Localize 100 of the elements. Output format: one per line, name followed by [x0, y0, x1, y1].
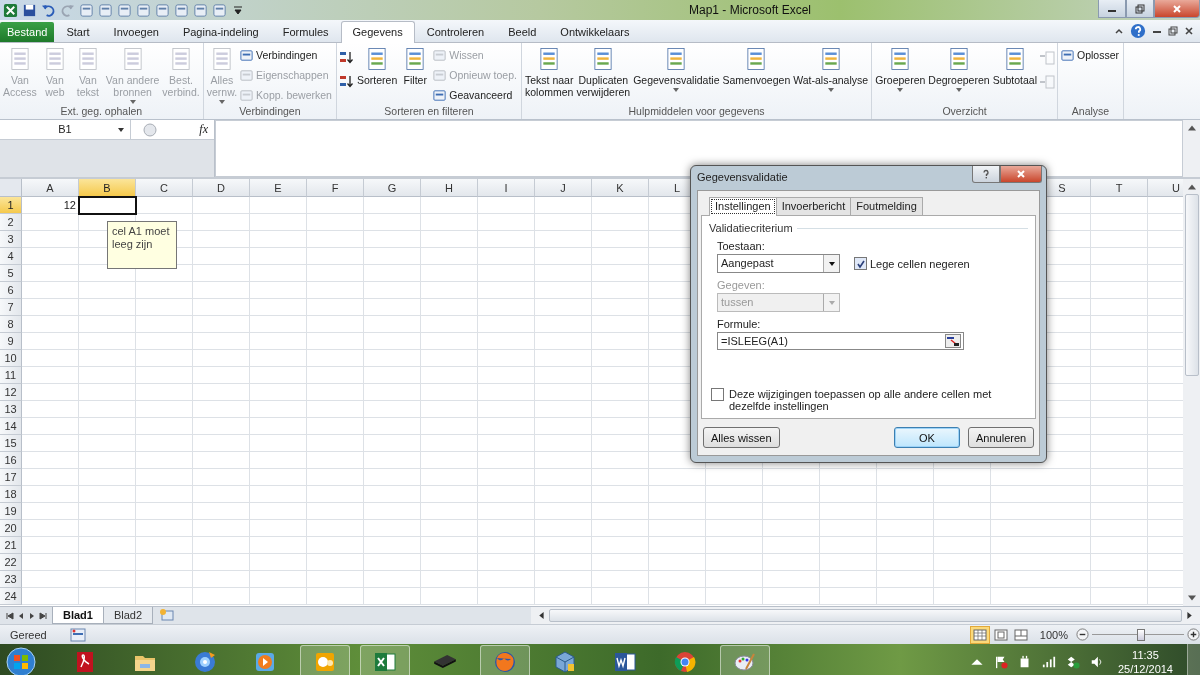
clear-all-button[interactable]: Alles wissen — [703, 427, 780, 448]
zoom-in-icon[interactable] — [1187, 628, 1200, 641]
ribbon-button[interactable]: Degroeperen — [927, 46, 991, 92]
ribbon-tab[interactable]: Invoegen — [101, 21, 171, 42]
toolbar-icon[interactable] — [193, 2, 208, 18]
sheet-tab[interactable]: Blad1 — [52, 607, 104, 624]
ribbon-tab[interactable]: Pagina-indeling — [170, 21, 271, 42]
row-header[interactable]: 23 — [0, 571, 22, 588]
column-header[interactable]: G — [364, 179, 421, 197]
name-box[interactable]: B1 — [0, 120, 131, 139]
sort-ascending-icon[interactable] — [338, 50, 355, 66]
clock-date[interactable]: 25/12/2014 — [1117, 661, 1173, 675]
scroll-down-icon[interactable] — [1187, 595, 1196, 602]
row-header[interactable]: 4 — [0, 248, 22, 265]
column-header[interactable]: B — [79, 179, 136, 197]
row-header[interactable]: 3 — [0, 231, 22, 248]
help-icon[interactable] — [1130, 23, 1146, 39]
row-header[interactable]: 13 — [0, 401, 22, 418]
column-header[interactable]: U — [1148, 179, 1183, 197]
zoom-level[interactable]: 100% — [1039, 628, 1068, 641]
ribbon-button[interactable]: Gegevensvalidatie — [632, 46, 721, 92]
column-header[interactable]: D — [193, 179, 250, 197]
clock-time[interactable]: 11:35 — [1132, 647, 1159, 662]
row-header[interactable]: 9 — [0, 333, 22, 350]
taskbar-button[interactable] — [360, 645, 410, 675]
toolbar-icon[interactable] — [98, 2, 113, 18]
range-select-icon[interactable] — [945, 334, 961, 348]
ribbon-button[interactable]: Filter — [399, 46, 432, 86]
row-header[interactable]: 12 — [0, 384, 22, 401]
undo-icon[interactable] — [41, 2, 56, 18]
selected-cell[interactable] — [78, 196, 137, 215]
toolbar-icon[interactable] — [155, 2, 170, 18]
checkbox[interactable] — [854, 257, 867, 270]
toolbar-icon[interactable] — [136, 2, 151, 18]
dialog-tab[interactable]: Instellingen — [709, 197, 777, 216]
ribbon-tab[interactable]: Ontwikkelaars — [548, 21, 642, 42]
speaker-icon[interactable] — [1089, 654, 1104, 669]
cancel-button[interactable]: Annuleren — [968, 427, 1034, 448]
close-button[interactable] — [1154, 0, 1200, 18]
previous-sheet-icon[interactable] — [17, 611, 25, 620]
save-icon[interactable] — [22, 2, 37, 18]
row-header[interactable]: 2 — [0, 214, 22, 231]
ribbon-button[interactable]: Groeperen — [874, 46, 927, 92]
row-header[interactable]: 17 — [0, 469, 22, 486]
row-header[interactable]: 8 — [0, 316, 22, 333]
restore-button[interactable] — [1126, 0, 1154, 18]
row-header[interactable]: 5 — [0, 265, 22, 282]
sheet-tab[interactable]: Blad2 — [102, 607, 154, 624]
row-header[interactable]: 10 — [0, 350, 22, 367]
scroll-up-icon[interactable] — [1187, 124, 1196, 131]
dialog-tab[interactable]: Foutmelding — [850, 197, 923, 215]
ok-button[interactable]: OK — [894, 427, 960, 448]
ribbon-tab[interactable]: Start — [54, 21, 102, 42]
row-header[interactable]: 1 — [0, 197, 22, 214]
ribbon-button[interactable]: Subtotaal — [991, 46, 1038, 86]
ribbon-button[interactable]: Wat-als-analyse — [792, 46, 870, 92]
row-header[interactable]: 16 — [0, 452, 22, 469]
help-button[interactable] — [972, 166, 1000, 183]
ribbon-tab[interactable]: Controleren — [414, 21, 497, 42]
scroll-left-icon[interactable] — [537, 612, 546, 619]
sync-icon[interactable] — [1065, 654, 1080, 669]
minimize-button[interactable] — [1098, 0, 1126, 18]
toolbar-icon[interactable] — [174, 2, 189, 18]
row-header[interactable]: 11 — [0, 367, 22, 384]
ribbon-small-button[interactable]: Oplosser — [1060, 46, 1121, 64]
file-tab[interactable]: Bestand — [0, 22, 55, 42]
column-header[interactable]: T — [1091, 179, 1148, 197]
allow-dropdown[interactable]: Aangepast — [717, 254, 840, 273]
ribbon-button[interactable]: Sorteren — [355, 46, 399, 86]
column-header[interactable]: H — [421, 179, 478, 197]
scroll-up-icon[interactable] — [1187, 183, 1196, 190]
page-break-button[interactable] — [1011, 626, 1030, 643]
row-header[interactable]: 6 — [0, 282, 22, 299]
column-header[interactable]: K — [592, 179, 649, 197]
column-header[interactable]: E — [250, 179, 307, 197]
spreadsheet-icon[interactable] — [3, 2, 18, 18]
taskbar-button[interactable] — [720, 645, 770, 675]
normal-view-button[interactable] — [969, 625, 990, 644]
close-icon[interactable] — [1184, 26, 1194, 36]
ribbon-small-button[interactable]: Geavanceerd — [432, 86, 519, 104]
last-sheet-icon[interactable] — [39, 611, 47, 620]
column-header[interactable]: A — [22, 179, 79, 197]
next-sheet-icon[interactable] — [28, 611, 36, 620]
signal-icon[interactable] — [1041, 654, 1056, 669]
zoom-slider-thumb[interactable] — [1136, 629, 1145, 641]
toolbar-icon[interactable] — [212, 2, 227, 18]
scrollbar-thumb[interactable] — [549, 609, 1182, 622]
row-header[interactable]: 19 — [0, 503, 22, 520]
first-sheet-icon[interactable] — [6, 611, 14, 620]
checkbox-label[interactable]: Lege cellen negeren — [870, 257, 970, 270]
handle-icon[interactable] — [143, 122, 157, 137]
ribbon-tab[interactable]: Gegevens — [340, 21, 415, 43]
page-layout-button[interactable] — [991, 626, 1010, 643]
row-header[interactable]: 18 — [0, 486, 22, 503]
ribbon-small-button[interactable]: Verbindingen — [239, 46, 334, 64]
row-header[interactable]: 15 — [0, 435, 22, 452]
row-header[interactable]: 14 — [0, 418, 22, 435]
insert-function-button[interactable]: fx — [199, 122, 208, 137]
taskbar-button[interactable] — [480, 645, 530, 675]
zoom-out-icon[interactable] — [1076, 628, 1089, 641]
